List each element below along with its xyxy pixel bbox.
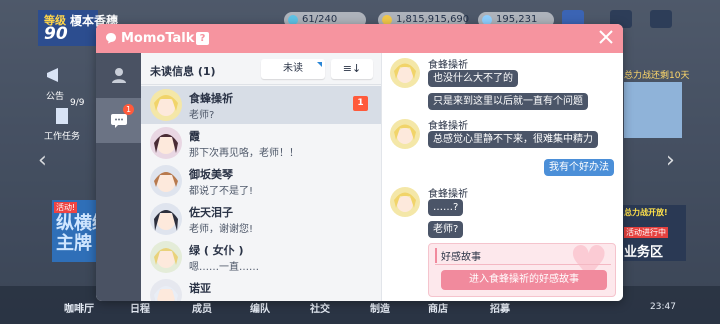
promo-line-1: 总力战开放! xyxy=(624,208,668,217)
prev-arrow-icon[interactable]: ‹ xyxy=(38,148,47,173)
tasks-label: 工作任务 xyxy=(44,132,81,142)
chat-avatar xyxy=(390,58,420,88)
avatar xyxy=(150,203,182,235)
clock: 23:47 xyxy=(650,302,676,312)
chat-sender-name: 食蜂操祈 xyxy=(428,189,468,200)
nav-students[interactable]: 成员 xyxy=(192,300,212,315)
conversation-preview: 嗯……一直…… xyxy=(189,262,259,273)
nav-shop[interactable]: 商店 xyxy=(428,300,448,315)
avatar xyxy=(150,165,182,197)
avatar-image xyxy=(390,187,420,217)
momotalk-header: MomoTalk ? xyxy=(96,24,623,53)
chat-message: 总感觉心里静不下来，很难集中精力 xyxy=(428,131,598,148)
help-button[interactable]: ? xyxy=(196,32,209,45)
avatar xyxy=(150,127,182,159)
conversation-item[interactable]: 佐天泪子 老师，谢谢您! xyxy=(141,200,381,238)
divider xyxy=(435,264,611,265)
avatar-image xyxy=(150,241,182,273)
avatar-image xyxy=(390,119,420,149)
raid-banner[interactable]: 总力战还剩10天 xyxy=(624,68,689,138)
avatar xyxy=(150,241,182,273)
momotalk-title: MomoTalk xyxy=(121,31,195,46)
chat-message: 也没什么大不了的 xyxy=(428,70,518,87)
close-button[interactable] xyxy=(596,29,616,49)
conversation-preview: 那下次再见咯，老师！！ xyxy=(189,148,299,159)
avatar-image xyxy=(390,58,420,88)
unread-title: 未读信息 (1) xyxy=(150,65,216,78)
megaphone-icon xyxy=(47,68,58,82)
sort-order-icon: ≡↓ xyxy=(342,62,362,75)
promo-line-2: 活动进行中 xyxy=(624,227,668,238)
nav-social[interactable]: 社交 xyxy=(310,300,330,315)
conversation-name: 绿 ( 女仆 ) xyxy=(189,244,244,257)
chat-avatar xyxy=(390,187,420,217)
close-icon xyxy=(599,30,613,44)
avatar xyxy=(150,279,182,301)
chat-message: ……? xyxy=(428,199,464,216)
conversation-preview: 都说了不是了! xyxy=(189,186,254,197)
conversation-name: 霞 xyxy=(189,130,200,143)
notice-label: 公告 xyxy=(45,92,64,102)
conversation-preview: 老师? xyxy=(189,110,215,121)
chat-message: 老师? xyxy=(428,221,464,238)
conversation-item[interactable]: 诺亚 xyxy=(141,276,381,301)
avatar-image xyxy=(150,203,182,235)
chat-sender-name: 食蜂操祈 xyxy=(428,121,468,132)
messages-badge: 1 xyxy=(123,104,134,115)
event-tag: 活动! xyxy=(54,202,78,213)
conversation-preview: 老师，谢谢您! xyxy=(189,224,254,235)
enter-favor-story-button[interactable]: 进入食蜂操祈的好感故事 xyxy=(441,270,607,290)
momotalk-window: MomoTalk ? 1 未读信息 (1) 未读 ≡↓ 食蜂操祈 老师? 1 霞… xyxy=(96,24,623,301)
tab-students[interactable] xyxy=(96,53,141,98)
raid-banner-title: 总力战还剩10天 xyxy=(624,71,690,81)
conversation-item[interactable]: 霞 那下次再见咯，老师！！ xyxy=(141,124,381,162)
avatar-image xyxy=(150,165,182,197)
chat-panel: 食蜂操祈 也没什么大不了的 只是来到这里以后就一直有个问题 食蜂操祈 总感觉心里… xyxy=(381,53,623,301)
conversation-item[interactable]: 御坂美琴 都说了不是了! xyxy=(141,162,381,200)
conversation-name: 诺亚 xyxy=(189,282,211,295)
chat-message: 只是来到这里以后就一直有个问题 xyxy=(428,93,588,110)
momotalk-sidebar: 1 xyxy=(96,53,141,301)
chat-avatar xyxy=(390,119,420,149)
notice-button[interactable]: 公告 xyxy=(44,64,66,102)
tab-messages[interactable]: 1 xyxy=(96,98,141,143)
nav-schedule[interactable]: 日程 xyxy=(130,300,150,315)
nav-craft[interactable]: 制造 xyxy=(370,300,390,315)
sort-order-button[interactable]: ≡↓ xyxy=(331,59,373,79)
tasks-button[interactable]: 工作任务 xyxy=(44,106,80,142)
avatar-image xyxy=(150,127,182,159)
avatar-image xyxy=(150,89,182,121)
favor-story-title: 好感故事 xyxy=(435,248,481,263)
menu-icon[interactable] xyxy=(650,10,672,28)
conversation-list: 未读信息 (1) 未读 ≡↓ 食蜂操祈 老师? 1 霞 那下次再见咯，老师！！ xyxy=(141,53,381,301)
sort-dropdown[interactable]: 未读 xyxy=(261,59,325,79)
conversation-name: 食蜂操祈 xyxy=(189,92,233,105)
my-reply-message: 我有个好办法 xyxy=(544,159,614,176)
conversation-item[interactable]: 食蜂操祈 老师? 1 xyxy=(141,86,381,124)
avatar-image xyxy=(150,279,182,301)
nav-formation[interactable]: 编队 xyxy=(250,300,270,315)
sort-value: 未读 xyxy=(283,63,303,74)
raid-banner-image xyxy=(624,82,682,138)
raid-promo[interactable]: 总力战开放! 活动进行中 业务区 xyxy=(622,205,686,261)
chat-sender-name: 食蜂操祈 xyxy=(428,60,468,71)
list-header: 未读信息 (1) 未读 ≡↓ xyxy=(141,53,381,85)
chat-bubble-icon xyxy=(106,33,116,44)
promo-line-3: 业务区 xyxy=(624,245,664,260)
conversation-item[interactable]: 绿 ( 女仆 ) 嗯……一直…… xyxy=(141,238,381,276)
dropdown-corner-icon xyxy=(317,62,322,67)
favor-story-card: ♥ 好感故事 进入食蜂操祈的好感故事 xyxy=(428,243,616,297)
unread-count-badge: 1 xyxy=(353,96,368,111)
next-arrow-icon[interactable]: › xyxy=(666,148,675,173)
clipboard-icon xyxy=(56,108,68,124)
nav-recruit[interactable]: 招募 xyxy=(490,300,510,315)
level-value: 90 xyxy=(44,24,68,44)
nav-cafe[interactable]: 咖啡厅 xyxy=(64,300,94,315)
conversation-name: 御坂美琴 xyxy=(189,168,233,181)
avatar xyxy=(150,89,182,121)
person-icon xyxy=(112,68,126,83)
conversation-name: 佐天泪子 xyxy=(189,206,233,219)
